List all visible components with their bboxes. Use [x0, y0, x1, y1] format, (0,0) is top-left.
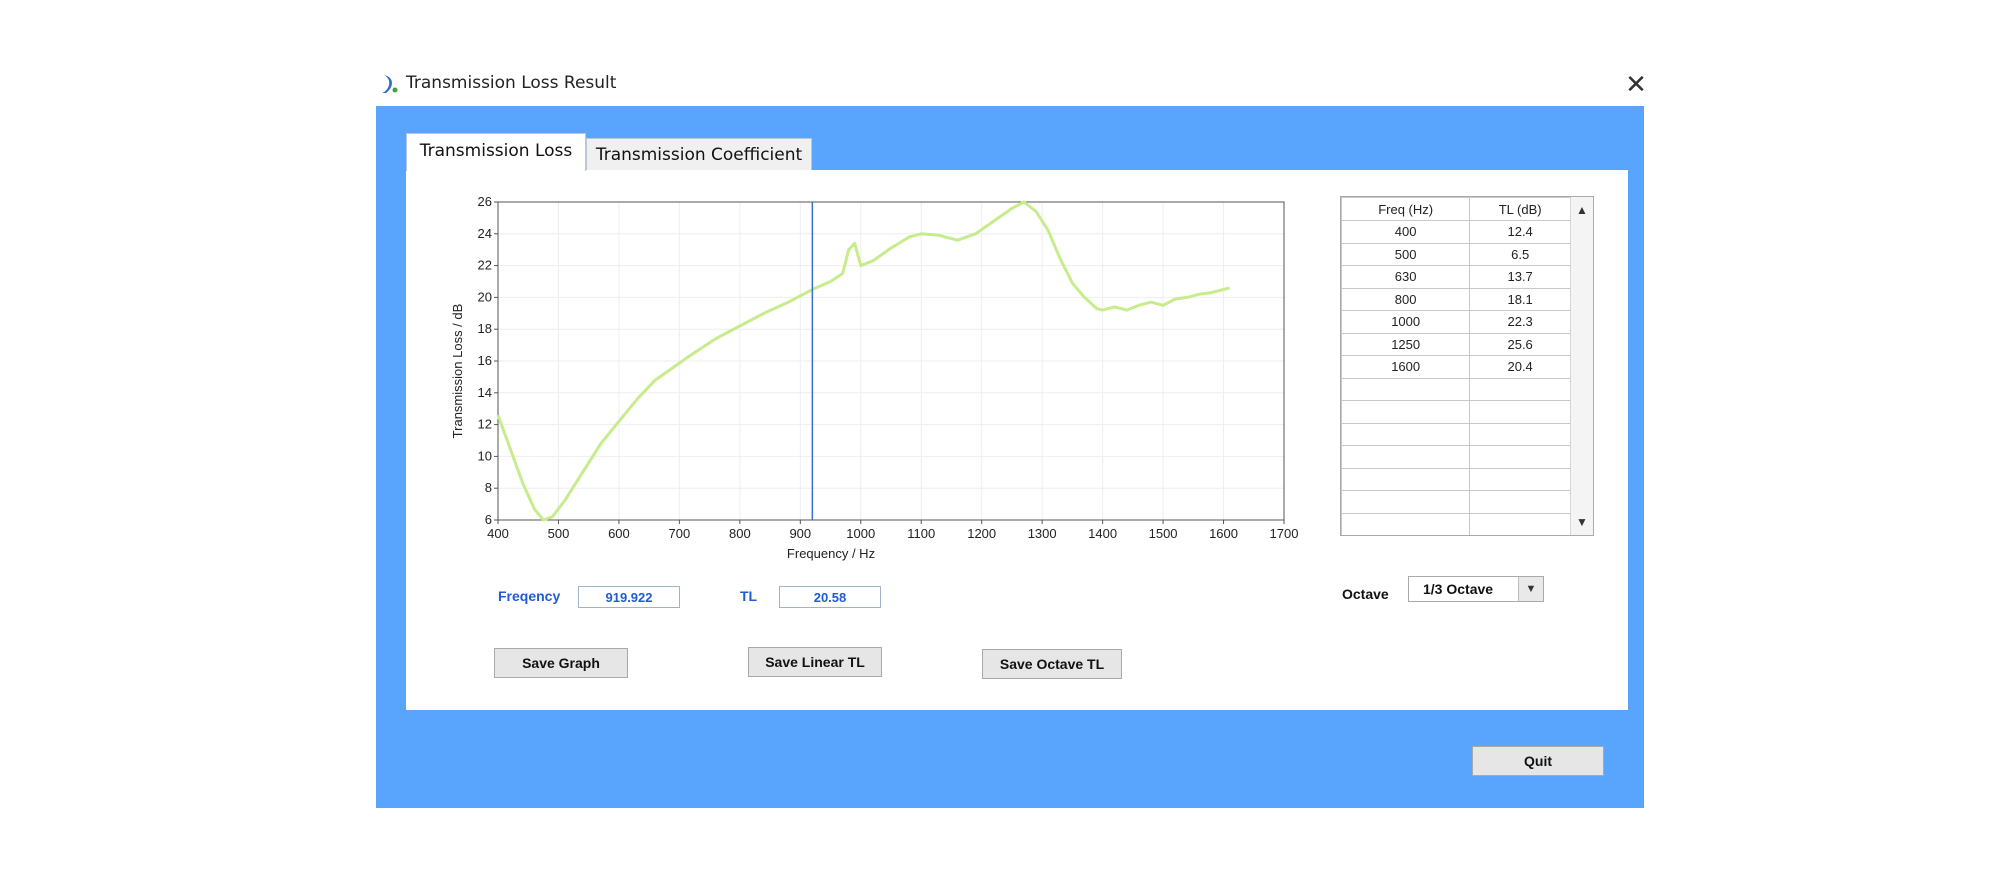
cell-tl: 18.1 — [1469, 287, 1571, 311]
cell-freq: 400 — [1341, 220, 1471, 244]
empty-table-row[interactable] — [1341, 400, 1571, 424]
tab-panel: 400 500 600 700 800 900 1000 1100 1200 1300 1400 15… — [406, 170, 1628, 710]
y-tick-label: 20 — [478, 289, 492, 304]
x-tick-label: 400 — [487, 526, 509, 541]
empty-table-row[interactable] — [1341, 422, 1571, 446]
cell-freq: 630 — [1341, 265, 1471, 289]
cell-freq: 1250 — [1341, 332, 1471, 356]
x-tick-label: 1400 — [1088, 526, 1117, 541]
empty-cell — [1469, 422, 1571, 446]
y-tick-label: 10 — [478, 448, 492, 463]
empty-cell — [1469, 445, 1571, 469]
title-bar: Transmission Loss Result ✕ — [360, 60, 1660, 106]
x-tick-label: 1200 — [967, 526, 996, 541]
empty-table-row[interactable] — [1341, 490, 1571, 514]
tab-transmission-coefficient[interactable]: Transmission Coefficient — [586, 138, 812, 171]
x-tick-label: 500 — [548, 526, 570, 541]
x-tick-label: 1600 — [1209, 526, 1238, 541]
empty-cell — [1341, 445, 1471, 469]
x-tick-label: 1100 — [907, 526, 935, 541]
tl-value-field[interactable]: 20.58 — [779, 586, 881, 608]
cell-tl: 25.6 — [1469, 332, 1571, 356]
table-row[interactable]: 1250 25.6 — [1341, 332, 1571, 356]
quit-button[interactable]: Quit — [1472, 746, 1604, 776]
empty-cell — [1469, 400, 1571, 424]
table-row[interactable]: 630 13.7 — [1341, 265, 1571, 289]
empty-cell — [1469, 512, 1571, 535]
empty-cell — [1469, 377, 1571, 401]
cell-freq: 1600 — [1341, 355, 1471, 379]
table-row[interactable]: 1600 20.4 — [1341, 355, 1571, 379]
y-tick-label: 18 — [478, 321, 492, 336]
x-tick-label: 600 — [608, 526, 630, 541]
save-linear-tl-button[interactable]: Save Linear TL — [748, 647, 882, 677]
y-tick-label: 14 — [478, 385, 492, 400]
y-tick-label: 22 — [478, 258, 492, 273]
cell-tl: 6.5 — [1469, 242, 1571, 266]
transmission-loss-chart[interactable]: 400 500 600 700 800 900 1000 1100 1200 1300 1400 15… — [446, 188, 1306, 568]
x-tick-label: 1700 — [1270, 526, 1299, 541]
chevron-down-icon[interactable]: ▼ — [1518, 577, 1543, 601]
empty-cell — [1469, 490, 1571, 514]
app-icon — [382, 75, 398, 93]
octave-label: Octave — [1342, 586, 1389, 602]
x-tick-label: 900 — [789, 526, 811, 541]
frequency-label: Freqency — [498, 588, 561, 604]
table-row[interactable]: 1000 22.3 — [1341, 310, 1571, 334]
results-grid: Freq (Hz) TL (dB) 400 12.4 500 6.5 630 13.7 80… — [1341, 197, 1571, 535]
empty-cell — [1341, 490, 1471, 514]
empty-cell — [1341, 377, 1471, 401]
y-tick-label: 16 — [478, 353, 492, 368]
octave-select[interactable]: 1/3 Octave ▼ — [1408, 576, 1544, 602]
table-row[interactable]: 500 6.5 — [1341, 242, 1571, 266]
empty-cell — [1341, 467, 1471, 491]
tl-label: TL — [740, 588, 758, 604]
cell-tl: 22.3 — [1469, 310, 1571, 334]
window-client-area: Transmission Loss Transmission Coefficie… — [376, 106, 1644, 808]
empty-cell — [1341, 422, 1471, 446]
empty-cell — [1469, 467, 1571, 491]
close-button[interactable]: ✕ — [1612, 64, 1660, 104]
x-tick-label: 1500 — [1149, 526, 1178, 541]
cell-tl: 20.4 — [1469, 355, 1571, 379]
y-tick-label: 8 — [485, 480, 492, 495]
y-tick-label: 24 — [478, 226, 492, 241]
cell-freq: 800 — [1341, 287, 1471, 311]
tab-transmission-loss[interactable]: Transmission Loss — [406, 133, 586, 171]
octave-results-table[interactable]: Freq (Hz) TL (dB) 400 12.4 500 6.5 630 13.7 80… — [1340, 196, 1594, 536]
empty-cell — [1341, 400, 1471, 424]
y-tick-label: 12 — [478, 417, 492, 432]
save-graph-button[interactable]: Save Graph — [494, 648, 628, 678]
save-octave-tl-button[interactable]: Save Octave TL — [982, 649, 1122, 679]
cell-freq: 1000 — [1341, 310, 1471, 334]
x-axis-label: Frequency / Hz — [787, 546, 875, 561]
column-header-tl[interactable]: TL (dB) — [1469, 197, 1571, 221]
table-scrollbar[interactable]: ▲ ▼ — [1570, 197, 1593, 535]
y-tick-label: 26 — [478, 194, 492, 209]
x-tick-label: 1000 — [846, 526, 875, 541]
empty-table-row[interactable] — [1341, 512, 1571, 535]
scroll-up-icon[interactable]: ▲ — [1571, 200, 1593, 220]
cell-tl: 12.4 — [1469, 220, 1571, 244]
window-title: Transmission Loss Result — [406, 73, 617, 93]
column-header-freq[interactable]: Freq (Hz) — [1341, 197, 1471, 221]
cell-freq: 500 — [1341, 242, 1471, 266]
y-tick-label: 6 — [485, 512, 492, 527]
empty-table-row[interactable] — [1341, 467, 1571, 491]
frequency-value-field[interactable]: 919.922 — [578, 586, 680, 608]
x-tick-label: 800 — [729, 526, 751, 541]
cell-tl: 13.7 — [1469, 265, 1571, 289]
x-tick-label: 1300 — [1028, 526, 1057, 541]
scroll-down-icon[interactable]: ▼ — [1571, 512, 1593, 532]
octave-select-value: 1/3 Octave — [1423, 581, 1494, 597]
empty-cell — [1341, 512, 1471, 535]
table-row[interactable]: 400 12.4 — [1341, 220, 1571, 244]
empty-table-row[interactable] — [1341, 377, 1571, 401]
y-axis-label: Transmission Loss / dB — [450, 304, 465, 439]
table-row[interactable]: 800 18.1 — [1341, 287, 1571, 311]
x-tick-label: 700 — [669, 526, 691, 541]
transmission-loss-window: Transmission Loss Result ✕ Transmission … — [360, 60, 1660, 820]
empty-table-row[interactable] — [1341, 445, 1571, 469]
